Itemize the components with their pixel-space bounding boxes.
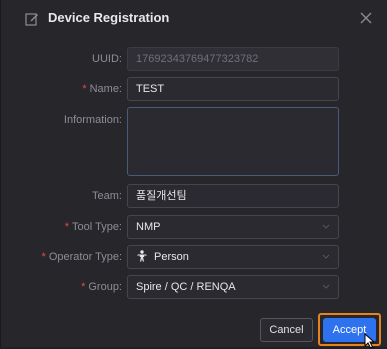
cancel-button[interactable]: Cancel [260, 318, 313, 342]
name-field[interactable]: TEST [127, 77, 339, 101]
device-registration-dialog: Device Registration UUID: 17692343769477… [0, 0, 387, 349]
name-label: * Name: [82, 83, 122, 95]
operator-type-select[interactable]: Person [127, 245, 339, 269]
required-marker: * [64, 221, 70, 233]
chevron-down-icon [322, 284, 330, 289]
chevron-down-icon [322, 224, 330, 229]
operator-type-value: Person [154, 251, 189, 263]
uuid-label: UUID: [92, 53, 122, 65]
team-field[interactable]: 품질개선팀 [127, 184, 339, 208]
group-select[interactable]: Spire / QC / RENQA [127, 275, 339, 299]
information-textarea[interactable] [127, 107, 339, 176]
edit-icon [25, 13, 38, 26]
group-value: Spire / QC / RENQA [136, 281, 236, 293]
dialog-title: Device Registration [48, 10, 170, 25]
required-marker: * [82, 83, 87, 95]
person-icon [137, 250, 147, 262]
close-icon[interactable] [359, 11, 373, 25]
tool-type-label: * Tool Type: [64, 221, 122, 233]
group-label: * Group: [81, 281, 122, 293]
required-marker: * [41, 251, 46, 263]
tool-type-select[interactable]: NMP [127, 215, 339, 239]
tool-type-value: NMP [136, 221, 161, 233]
team-label: Team: [92, 190, 122, 202]
dialog-header: Device Registration [1, 0, 387, 36]
uuid-field: 17692343769477323782 [127, 47, 339, 71]
chevron-down-icon [322, 254, 330, 259]
information-label: Information: [63, 114, 122, 126]
operator-type-label: * Operator Type: [41, 251, 122, 263]
required-marker: * [81, 281, 86, 293]
